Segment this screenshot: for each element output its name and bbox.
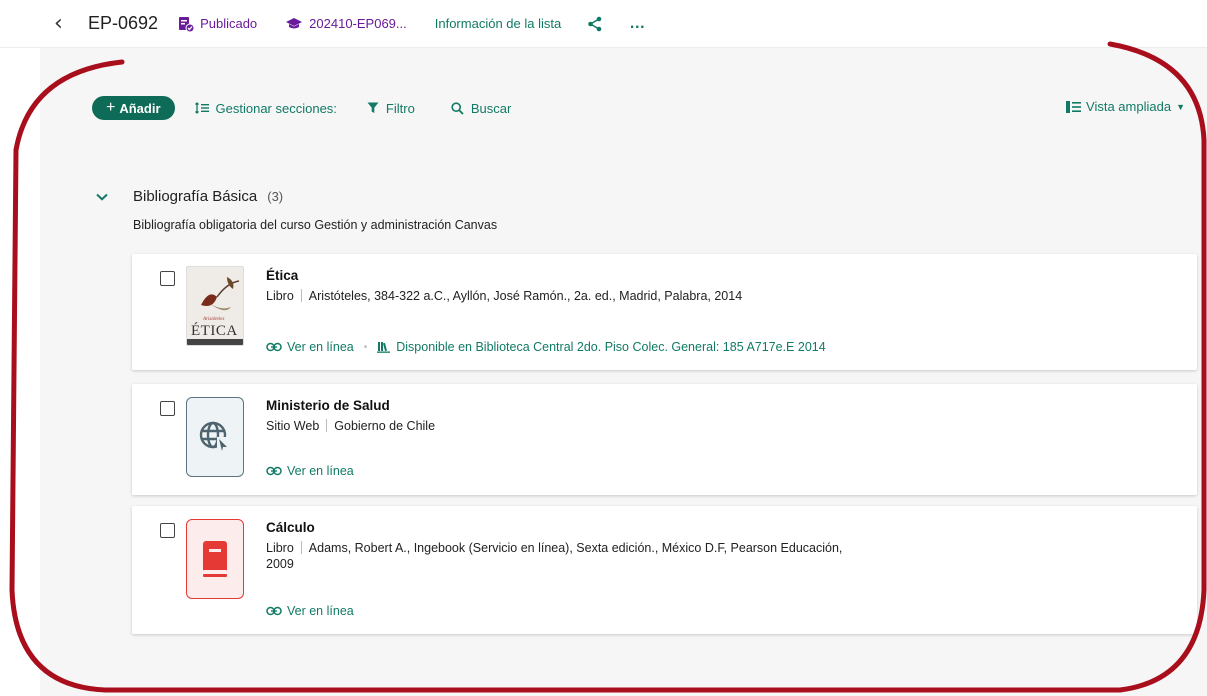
item-type: Libro: [266, 541, 294, 555]
book-icon: [202, 540, 227, 577]
section-count: (3): [267, 189, 284, 204]
course-label: 202410-EP069...: [309, 16, 407, 31]
content-pane: + Añadir Gestionar secciones: Filtro Bus…: [40, 48, 1207, 696]
expanded-view-icon: [1066, 100, 1082, 113]
published-icon: [179, 16, 195, 32]
item-meta: Libro Adams, Robert A., Ingebook (Servici…: [266, 540, 867, 572]
item-info: Ministerio de Salud Sitio Web Gobierno de…: [266, 398, 1167, 434]
add-button[interactable]: + Añadir: [92, 96, 175, 120]
item-links: Ver en línea: [266, 604, 354, 618]
item-title[interactable]: Ética: [266, 268, 1167, 283]
link-separator-dot: •: [363, 341, 368, 353]
back-icon[interactable]: ‹: [54, 12, 74, 35]
list-header: ‹ EP-0692 Publicado 202410-EP069... Info…: [0, 0, 1207, 48]
sort-sections-icon: [194, 102, 209, 114]
search-label: Buscar: [470, 100, 512, 116]
view-online-link[interactable]: Ver en línea: [266, 604, 354, 618]
item-type: Sitio Web: [266, 419, 320, 433]
item-title[interactable]: Cálculo: [266, 520, 867, 535]
cover-small-text: Aristóteles: [203, 317, 225, 322]
list-item[interactable]: Aristóteles ÉTICA Ética Libro Aristóteles…: [132, 254, 1197, 370]
item-details: Gobierno de Chile: [334, 419, 436, 433]
availability-link[interactable]: Disponible en Biblioteca Central 2do. Pi…: [377, 340, 826, 354]
meta-divider: [326, 419, 328, 432]
section-header: Bibliografía Básica (3): [96, 188, 283, 205]
more-options-icon[interactable]: …: [629, 15, 646, 33]
manage-sections-label: Gestionar secciones:: [215, 100, 337, 116]
add-button-label: Añadir: [119, 100, 161, 116]
manage-sections-button[interactable]: Gestionar secciones:: [194, 100, 337, 116]
book-cover-image: Aristóteles ÉTICA: [186, 266, 244, 346]
item-checkbox[interactable]: [160, 523, 175, 538]
view-mode-dropdown[interactable]: Vista ampliada ▼: [1066, 99, 1185, 114]
graduation-cap-icon: [286, 17, 303, 28]
item-checkbox[interactable]: [160, 401, 175, 416]
item-meta: Sitio Web Gobierno de Chile: [266, 418, 1167, 434]
globe-pointer-icon: [199, 421, 227, 451]
list-item[interactable]: Cálculo Libro Adams, Robert A., Ingebook …: [132, 506, 1197, 634]
filter-icon: [367, 102, 379, 113]
item-meta: Libro Aristóteles, 384-322 a.C., Ayllón, …: [266, 288, 1167, 304]
list-info-link[interactable]: Información de la lista: [435, 16, 561, 31]
share-icon[interactable]: [587, 16, 603, 32]
meta-divider: [300, 289, 302, 302]
book-thumbnail: [186, 519, 244, 599]
meta-divider: [300, 541, 302, 554]
item-details: Aristóteles, 384-322 a.C., Ayllón, José …: [308, 289, 743, 303]
view-online-link[interactable]: Ver en línea: [266, 464, 354, 478]
caret-down-icon: ▼: [1176, 101, 1185, 112]
course-link[interactable]: 202410-EP069...: [285, 16, 407, 31]
item-links: Ver en línea: [266, 464, 354, 478]
section-title: Bibliografía Básica: [133, 188, 258, 205]
status-badge[interactable]: Publicado: [178, 16, 257, 32]
item-info: Cálculo Libro Adams, Robert A., Ingebook …: [266, 520, 867, 572]
view-online-link[interactable]: Ver en línea: [266, 340, 354, 354]
list-item[interactable]: Ministerio de Salud Sitio Web Gobierno de…: [132, 384, 1197, 495]
link-icon: [266, 606, 282, 616]
search-button[interactable]: Buscar: [451, 101, 511, 116]
view-online-label: Ver en línea: [287, 340, 354, 354]
section-description: Bibliografía obligatoria del curso Gesti…: [133, 218, 498, 232]
cover-title-text: ÉTICA: [191, 323, 238, 339]
toolbar: + Añadir Gestionar secciones: Filtro Bus…: [92, 96, 511, 120]
item-type: Libro: [266, 289, 294, 303]
plus-icon: +: [106, 99, 116, 116]
status-label: Publicado: [200, 16, 258, 31]
collapse-section-icon[interactable]: [96, 193, 116, 201]
item-checkbox[interactable]: [160, 271, 175, 286]
filter-label: Filtro: [385, 100, 415, 116]
item-details: Adams, Robert A., Ingebook (Servicio en …: [266, 541, 843, 571]
item-links: Ver en línea • Disponible en Biblioteca …: [266, 340, 826, 354]
search-icon: [451, 101, 464, 115]
availability-label: Disponible en Biblioteca Central 2do. Pi…: [396, 340, 826, 354]
list-code: EP-0692: [88, 13, 159, 33]
website-thumbnail: [186, 397, 244, 477]
library-books-icon: [377, 342, 391, 353]
item-info: Ética Libro Aristóteles, 384-322 a.C., Ay…: [266, 268, 1167, 304]
view-online-label: Ver en línea: [287, 604, 354, 618]
link-icon: [266, 466, 282, 476]
view-mode-label: Vista ampliada: [1086, 99, 1172, 114]
filter-button[interactable]: Filtro: [367, 101, 415, 116]
link-icon: [266, 342, 282, 352]
item-title[interactable]: Ministerio de Salud: [266, 398, 1167, 413]
view-online-label: Ver en línea: [287, 464, 354, 478]
